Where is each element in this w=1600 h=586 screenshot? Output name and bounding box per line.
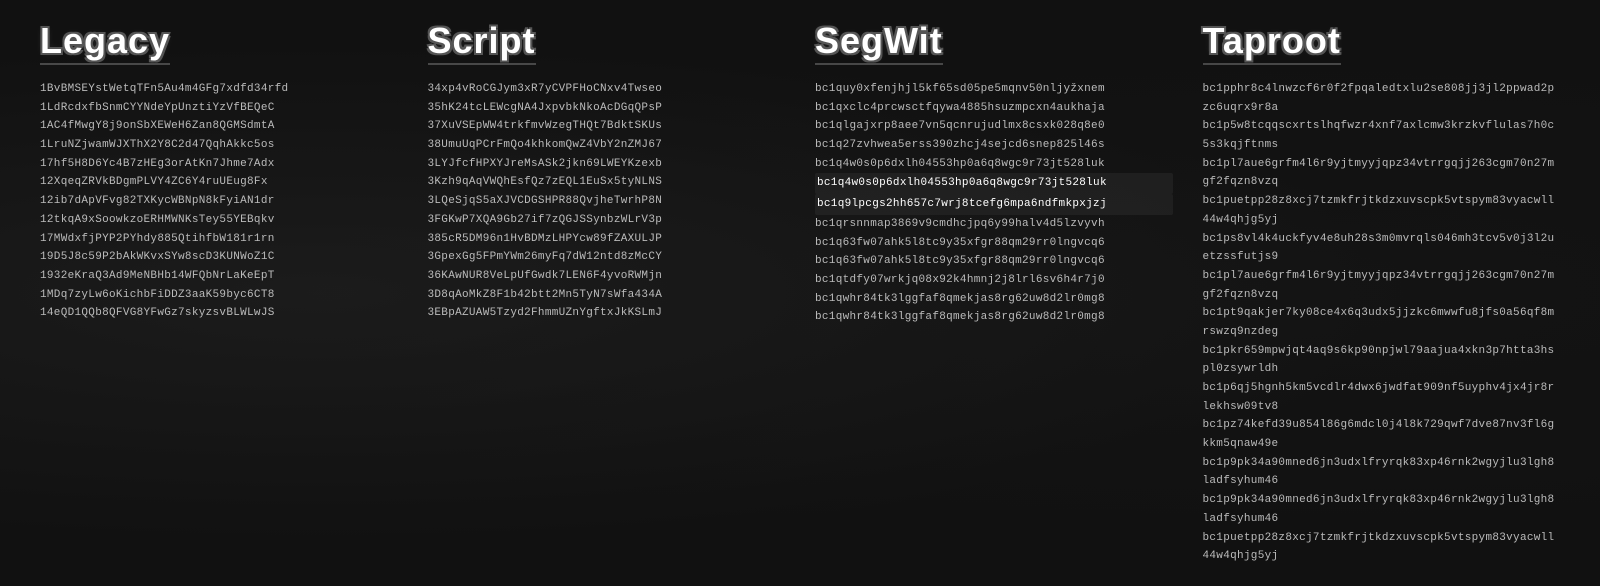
list-item[interactable]: bc1pl7aue6grfm4l6r9yjtmyyjqpz34vtrrgqjj2… [1203, 267, 1561, 304]
list-item[interactable]: bc1pt9qakjer7ky08ce4x6q3udx5jjzkc6mwwfu8… [1203, 304, 1561, 341]
list-item[interactable]: bc1qtdfy07wrkjq08x92k4hmnj2j8lrl6sv6h4r7… [815, 271, 1173, 290]
list-item[interactable]: bc1q63fw07ahk5l8tc9y35xfgr88qm29rr0lngvc… [815, 252, 1173, 271]
list-item[interactable]: 3GpexGg5FPmYWm26myFq7dW12ntd8zMcCY [428, 248, 786, 267]
list-item[interactable]: 3Kzh9qAqVWQhEsfQz7zEQL1EuSx5tyNLNS [428, 173, 786, 192]
list-item[interactable]: 12ib7dApVFvg82TXKycWBNpN8kFyiAN1dr [40, 192, 398, 211]
list-item[interactable]: bc1puetpp28z8xcj7tzmkfrjtkdzxuvscpk5vtsp… [1203, 192, 1561, 229]
list-item[interactable]: 19D5J8c59P2bAkWKvxSYw8scD3KUNWoZ1C [40, 248, 398, 267]
list-item[interactable]: bc1pkr659mpwjqt4aq9s6kp90npjwl79aajua4xk… [1203, 342, 1561, 379]
list-item[interactable]: bc1p9pk34a90mned6jn3udxlfryrqk83xp46rnk2… [1203, 491, 1561, 528]
list-item[interactable]: bc1qlgajxrp8aee7vn5qcnrujudlmx8csxk028q8… [815, 117, 1173, 136]
list-item[interactable]: 1932eKraQ3Ad9MeNBHb14WFQbNrLaKeEpT [40, 267, 398, 286]
column-segwit: SegWit bc1quy0xfenjhjl5kf65sd05pe5mqnv50n… [805, 20, 1183, 566]
list-item[interactable]: bc1ps8vl4k4uckfyv4e8uh28s3m0mvrqls046mh3… [1203, 230, 1561, 267]
list-item[interactable]: bc1pl7aue6grfm4l6r9yjtmyyjqpz34vtrrgqjj2… [1203, 155, 1561, 192]
column-title-segwit: SegWit [815, 20, 943, 62]
list-item[interactable]: bc1quy0xfenjhjl5kf65sd05pe5mqnv50nljyžxn… [815, 80, 1173, 99]
list-item[interactable]: 14eQD1QQb8QFVG8YFwGz7skyzsvBLWLwJS [40, 304, 398, 323]
list-item[interactable]: bc1p5w8tcqqscxrtslhqfwzr4xnf7axlcmw3krzk… [1203, 117, 1561, 154]
list-item[interactable]: 3FGKwP7XQA9Gb27if7zQGJSSynbzWLrV3p [428, 211, 786, 230]
list-item[interactable]: 17MWdxfjPYP2PYhdy885QtihfbW181r1rn [40, 230, 398, 249]
list-item[interactable]: 12XqeqZRVkBDgmPLVY4ZC6Y4ruUEug8Fx [40, 173, 398, 192]
list-item[interactable]: 17hf5H8D6Yc4B7zHEg3orAtKn7Jhme7Adx [40, 155, 398, 174]
list-item[interactable]: bc1q9lpcgs2hh657c7wrj8tcefg6mpa6ndfmkpxj… [815, 194, 1173, 215]
list-item[interactable]: 34xp4vRoCGJym3xR7yCVPFHoCNxv4Twseo [428, 80, 786, 99]
list-item[interactable]: 3LQeSjqS5aXJVCDGSHPR88QvjheTwrhP8N [428, 192, 786, 211]
list-item[interactable]: bc1q4w0s0p6dxlh04553hp0a6q8wgc9r73jt528l… [815, 155, 1173, 174]
column-title-legacy: Legacy [40, 20, 170, 62]
list-item[interactable]: bc1p9pk34a90mned6jn3udxlfryrqk83xp46rnk2… [1203, 454, 1561, 491]
list-item[interactable]: 1MDq7zyLw6oKichbFiDDZ3aaK59byc6CT8 [40, 286, 398, 305]
list-item[interactable]: bc1q63fw07ahk5l8tc9y35xfgr88qm29rr0lngvc… [815, 234, 1173, 253]
list-item[interactable]: 1LruNZjwamWJXThX2Y8C2d47QqhAkkc5os [40, 136, 398, 155]
address-list-taproot: bc1pphr8c4lnwzcf6r0f2fpqaledtxlu2se808jj… [1203, 80, 1561, 566]
address-list-legacy: 1BvBMSEYstWetqTFn5Au4m4GFg7xdfd34rfd1LdR… [40, 80, 398, 323]
list-item[interactable]: 36KAwNUR8VeLpUfGwdk7LEN6F4yvoRWMjn [428, 267, 786, 286]
list-item[interactable]: bc1pphr8c4lnwzcf6r0f2fpqaledtxlu2se808jj… [1203, 80, 1561, 117]
list-item[interactable]: 3D8qAoMkZ8F1b42btt2Mn5TyN7sWfa434A [428, 286, 786, 305]
list-item[interactable]: bc1qwhr84tk3lggfaf8qmekjas8rg62uw8d2lr0m… [815, 290, 1173, 309]
column-legacy: Legacy 1BvBMSEYstWetqTFn5Au4m4GFg7xdfd34r… [30, 20, 408, 566]
column-title-script: Script [428, 20, 536, 62]
list-item[interactable]: 1LdRcdxfbSnmCYYNdeYpUnztiYzVfBEQeC [40, 99, 398, 118]
address-list-segwit: bc1quy0xfenjhjl5kf65sd05pe5mqnv50nljyžxn… [815, 80, 1173, 327]
list-item[interactable]: bc1qxclc4prcwsctfqywa4885hsuzmpcxn4aukha… [815, 99, 1173, 118]
list-item[interactable]: 385cR5DM96n1HvBDMzLHPYcw89fZAXULJP [428, 230, 786, 249]
column-title-taproot: Taproot [1203, 20, 1341, 62]
list-item[interactable]: bc1pz74kefd39u854l86g6mdcl0j4l8k729qwf7d… [1203, 416, 1561, 453]
column-script: Script 34xp4vRoCGJym3xR7yCVPFHoCNxv4Twseo… [418, 20, 796, 566]
list-item[interactable]: bc1p6qj5hgnh5km5vcdlr4dwx6jwdfat909nf5uy… [1203, 379, 1561, 416]
main-columns: Legacy 1BvBMSEYstWetqTFn5Au4m4GFg7xdfd34r… [30, 20, 1570, 566]
list-item[interactable]: 38UmuUqPCrFmQo4khkomQwZ4VbY2nZMJ67 [428, 136, 786, 155]
address-list-script: 34xp4vRoCGJym3xR7yCVPFHoCNxv4Twseo35hK24… [428, 80, 786, 323]
column-taproot: Taproot bc1pphr8c4lnwzcf6r0f2fpqaledtxlu2… [1193, 20, 1571, 566]
list-item[interactable]: 35hK24tcLEWcgNA4JxpvbkNkoAcDGqQPsP [428, 99, 786, 118]
list-item[interactable]: bc1q4w0s0p6dxlh04553hp0a6q8wgc9r73jt528l… [815, 173, 1173, 194]
list-item[interactable]: 1AC4fMwgY8j9onSbXEWeH6Zan8QGMSdmtA [40, 117, 398, 136]
list-item[interactable]: bc1qwhr84tk3lggfaf8qmekjas8rg62uw8d2lr0m… [815, 308, 1173, 327]
list-item[interactable]: 37XuVSEpWW4trkfmvWzegTHQt7BdktSKUs [428, 117, 786, 136]
list-item[interactable]: 3EBpAZUAW5Tzyd2FhmmUZnYgftxJkKSLmJ [428, 304, 786, 323]
list-item[interactable]: 1BvBMSEYstWetqTFn5Au4m4GFg7xdfd34rfd [40, 80, 398, 99]
list-item[interactable]: 12tkqA9xSoowkzoERHMWNKsTey55YEBqkv [40, 211, 398, 230]
list-item[interactable]: 3LYJfcfHPXYJreMsASk2jkn69LWEYKzexb [428, 155, 786, 174]
list-item[interactable]: bc1q27zvhwea5erss390zhcj4sejcd6snep825l4… [815, 136, 1173, 155]
list-item[interactable]: bc1puetpp28z8xcj7tzmkfrjtkdzxuvscpk5vtsp… [1203, 529, 1561, 566]
list-item[interactable]: bc1qrsnnmap3869v9cmdhcjpq6y99halv4d5lzvy… [815, 215, 1173, 234]
